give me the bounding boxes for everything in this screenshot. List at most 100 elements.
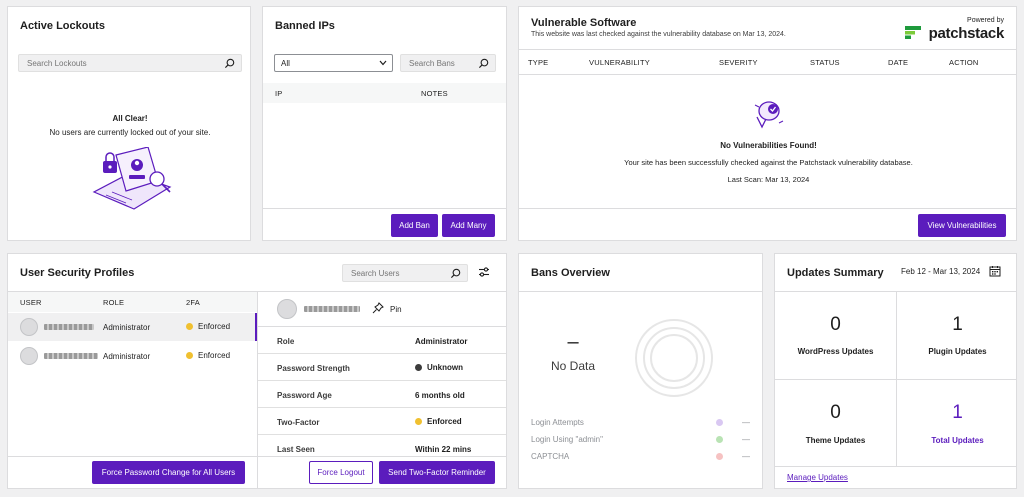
right-footer-divider: [258, 456, 506, 457]
search-icon[interactable]: [224, 58, 235, 69]
user-2fa-status: Enforced: [186, 351, 230, 360]
banned-ips-card: Banned IPs All Search Bans IP NOTES Add …: [262, 6, 507, 241]
detail-value: 6 months old: [415, 391, 465, 400]
patchstack-logo: patchstack: [904, 25, 1004, 42]
card-title: Updates Summary: [787, 267, 884, 279]
card-title: Bans Overview: [531, 267, 610, 279]
chevron-down-icon: [379, 60, 387, 66]
column-header-notes: NOTES: [421, 89, 448, 98]
legend-swatch: [716, 453, 723, 460]
legend-item: Login Attempts —: [531, 418, 756, 430]
update-cell-wordpress: 0 WordPress Updates: [775, 292, 896, 379]
avatar: [20, 318, 38, 336]
update-cell-plugin: 1 Plugin Updates: [897, 292, 1016, 379]
avatar: [20, 347, 38, 365]
legend-swatch: [716, 419, 723, 426]
column-header-user: USER: [20, 298, 42, 307]
active-lockouts-card: Active Lockouts Search Lockouts All Clea…: [7, 6, 251, 241]
header-divider: [519, 291, 762, 292]
bans-big-value: –: [567, 331, 579, 353]
search-placeholder: Search Bans: [409, 59, 455, 68]
add-many-button[interactable]: Add Many: [442, 214, 495, 237]
empty-title: All Clear!: [112, 114, 148, 123]
legend-label: Login Using "admin": [531, 435, 603, 444]
update-cell-total: 1 Total Updates: [897, 380, 1016, 466]
date-range[interactable]: Feb 12 - Mar 13, 2024: [901, 267, 980, 276]
card-title: Vulnerable Software: [531, 17, 637, 29]
ban-filter-select[interactable]: All: [274, 54, 393, 72]
user-role: Administrator: [103, 352, 151, 361]
detail-label: Role: [277, 337, 295, 346]
card-title: Active Lockouts: [20, 20, 105, 32]
update-count: 1: [952, 402, 963, 423]
search-placeholder: Search Users: [351, 269, 400, 278]
send-two-factor-reminder-button[interactable]: Send Two-Factor Reminder: [379, 461, 495, 484]
detail-value: Administrator: [415, 337, 468, 346]
detail-value-wrap: Enforced: [415, 417, 462, 426]
empty-message: No users are currently locked out of you…: [49, 128, 211, 137]
columns-divider: [519, 74, 1016, 75]
detail-label: Last Seen: [277, 445, 315, 454]
manage-updates-link[interactable]: Manage Updates: [787, 473, 848, 482]
updates-summary-card: Updates Summary Feb 12 - Mar 13, 2024 0 …: [774, 253, 1017, 489]
update-count: 0: [830, 402, 841, 423]
left-footer-divider: [8, 456, 257, 457]
redacted-username: [44, 353, 98, 359]
column-header-severity: SEVERITY: [719, 58, 758, 67]
user-2fa-status: Enforced: [186, 322, 230, 331]
detail-value: Within 22 mins: [415, 445, 472, 454]
pin-label[interactable]: Pin: [390, 305, 402, 314]
users-search-input[interactable]: Search Users: [342, 264, 468, 282]
user-role: Administrator: [103, 323, 151, 332]
column-header-action: ACTION: [949, 58, 979, 67]
donut-chart: [635, 319, 713, 397]
empty-message: Your site has been successfully checked …: [624, 158, 913, 167]
force-password-change-button[interactable]: Force Password Change for All Users: [92, 461, 245, 484]
pin-icon[interactable]: [372, 302, 384, 314]
view-vulnerabilities-button[interactable]: View Vulnerabilities: [918, 214, 1006, 237]
filter-settings-icon[interactable]: [478, 266, 490, 278]
search-icon[interactable]: [478, 58, 489, 69]
update-label: Total Updates: [931, 436, 984, 445]
detail-value: Enforced: [427, 417, 462, 426]
enforced-status-dot: [415, 418, 422, 425]
table-row[interactable]: Administrator Enforced: [8, 313, 257, 341]
laptop-lock-illustration: [92, 147, 172, 210]
add-ban-button[interactable]: Add Ban: [391, 214, 438, 237]
legend-label: Login Attempts: [531, 418, 584, 427]
bans-overview-card: Bans Overview – No Data Login Attempts —…: [518, 253, 763, 489]
force-logout-button[interactable]: Force Logout: [309, 461, 373, 484]
column-header-date: DATE: [888, 58, 909, 67]
detail-row-role: Role Administrator: [258, 327, 506, 354]
detail-row-two-factor: Two-Factor Enforced: [258, 408, 506, 435]
empty-title: No Vulnerabilities Found!: [720, 141, 817, 150]
table-row[interactable]: Administrator Enforced: [8, 342, 257, 370]
update-label: WordPress Updates: [797, 347, 874, 356]
detail-row-last-seen: Last Seen Within 22 mins: [258, 435, 506, 456]
unknown-status-dot: [415, 364, 422, 371]
calendar-icon[interactable]: [989, 265, 1001, 277]
powered-by-label: Powered by: [967, 17, 1004, 24]
detail-row-password-age: Password Age 6 months old: [258, 381, 506, 408]
column-header-ip: IP: [275, 89, 283, 98]
enforced-status-dot: [186, 323, 193, 330]
bans-search-input[interactable]: Search Bans: [400, 54, 496, 72]
last-scan: Last Scan: Mar 13, 2024: [727, 175, 810, 184]
search-icon[interactable]: [450, 268, 461, 279]
update-label: Theme Updates: [805, 436, 866, 445]
footer-divider: [263, 208, 506, 209]
bans-table-header: IP NOTES: [263, 83, 506, 103]
vulnerable-software-card: Vulnerable Software This website was las…: [518, 6, 1017, 241]
user-security-profiles-card: User Security Profiles Search Users USER…: [7, 253, 507, 489]
lockouts-search-input[interactable]: Search Lockouts: [18, 54, 242, 72]
user-2fa-label: Enforced: [198, 322, 231, 331]
detail-row-password-strength: Password Strength Unknown: [258, 354, 506, 381]
update-count: 0: [830, 314, 841, 335]
detail-value-wrap: Unknown: [415, 363, 463, 372]
users-table-header: USER ROLE 2FA: [8, 292, 257, 312]
legend-value: —: [742, 452, 750, 461]
legend-label: CAPTCHA: [531, 452, 570, 461]
legend-value: —: [742, 435, 750, 444]
header-divider: [519, 49, 1016, 50]
detail-label: Password Age: [277, 391, 332, 400]
